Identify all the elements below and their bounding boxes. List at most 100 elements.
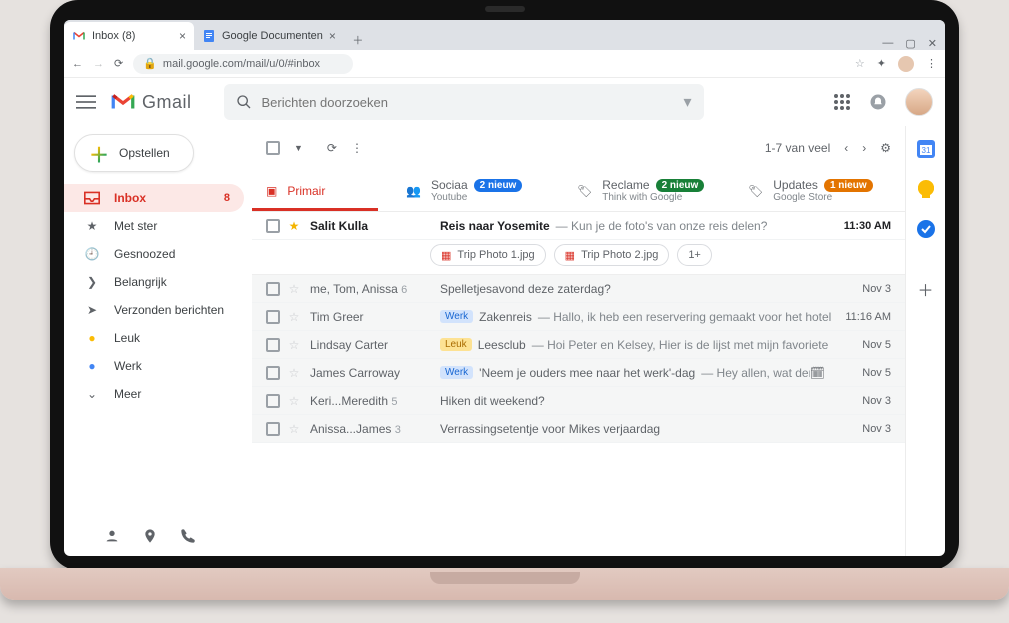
add-addon-icon[interactable]: ＋ bbox=[917, 280, 935, 298]
maximize-icon[interactable]: ▢ bbox=[905, 37, 915, 50]
refresh-icon[interactable]: ⟳ bbox=[327, 141, 337, 155]
star-icon[interactable]: ☆ bbox=[286, 394, 302, 408]
mail-row[interactable]: ☆ Keri...Meredith 5 Hiken dit weekend? N… bbox=[252, 387, 905, 415]
extensions-icon[interactable]: ✦ bbox=[877, 57, 886, 70]
search-icon bbox=[236, 94, 252, 110]
more-actions-icon[interactable]: ⋮ bbox=[351, 141, 363, 155]
row-label: Werk bbox=[440, 310, 473, 323]
close-icon[interactable]: × bbox=[329, 29, 336, 43]
compose-button[interactable]: ＋ Opstellen bbox=[74, 134, 194, 172]
row-snippet: Kun je de foto's van onze reis delen? bbox=[571, 219, 767, 233]
page-range: 1-7 van veel bbox=[765, 141, 830, 155]
search-bar[interactable]: ▾ bbox=[224, 84, 704, 120]
contacts-icon[interactable] bbox=[104, 528, 120, 544]
sidebar-item-inbox[interactable]: Inbox 8 bbox=[64, 184, 244, 212]
browser-tab-inbox[interactable]: Inbox (8) × bbox=[64, 22, 194, 50]
location-icon[interactable] bbox=[142, 528, 158, 544]
star-icon[interactable]: ★ bbox=[286, 219, 302, 233]
row-checkbox[interactable] bbox=[266, 310, 280, 324]
inbox-icon: ▣ bbox=[266, 184, 277, 198]
browser-tab-docs[interactable]: Google Documenten × bbox=[194, 22, 344, 50]
new-tab-button[interactable]: ＋ bbox=[348, 30, 368, 50]
select-dropdown-icon[interactable]: ▼ bbox=[294, 143, 303, 153]
settings-gear-icon[interactable]: ⚙ bbox=[880, 141, 891, 155]
star-icon[interactable]: ☆ bbox=[286, 282, 302, 296]
row-sender: James Carroway bbox=[310, 366, 440, 380]
sidebar-item-snoozed[interactable]: 🕘 Gesnoozed bbox=[64, 240, 244, 268]
browser-toolbar: ← → ⟳ 🔒 mail.google.com/mail/u/0/#inbox … bbox=[64, 50, 945, 78]
mail-row[interactable]: ☆ me, Tom, Anissa 6 Spelletjesavond deze… bbox=[252, 275, 905, 303]
calendar-addon-icon[interactable]: 31 bbox=[917, 140, 935, 158]
notifications-icon[interactable] bbox=[869, 93, 887, 111]
bookmark-star-icon[interactable]: ☆ bbox=[855, 57, 865, 70]
row-label: Werk bbox=[440, 366, 473, 379]
main-menu-icon[interactable] bbox=[76, 92, 98, 112]
close-window-icon[interactable]: ✕ bbox=[928, 37, 937, 50]
attachment-chip[interactable]: ▦Trip Photo 2.jpg bbox=[554, 244, 670, 266]
tab-social[interactable]: 👥 Sociaa 2 nieuw Youtube bbox=[392, 170, 563, 211]
sidebar-item-label: Werk bbox=[114, 359, 142, 373]
docs-favicon-icon bbox=[202, 29, 216, 43]
mail-row[interactable]: ☆ James Carroway Werk 'Neem je ouders me… bbox=[252, 359, 905, 387]
row-checkbox[interactable] bbox=[266, 219, 280, 233]
keep-addon-icon[interactable] bbox=[917, 180, 935, 198]
mail-row[interactable]: ☆ Tim Greer Werk Zakenreis — Hallo, ik h… bbox=[252, 303, 905, 331]
row-subject: Hiken dit weekend? bbox=[440, 394, 545, 408]
sidebar-item-sent[interactable]: ➤ Verzonden berichten bbox=[64, 296, 244, 324]
sidebar-item-important[interactable]: ❯ Belangrijk bbox=[64, 268, 244, 296]
star-icon[interactable]: ☆ bbox=[286, 338, 302, 352]
forward-icon[interactable]: → bbox=[93, 58, 104, 70]
row-snippet: Hoi Peter en Kelsey, Hier is de lijst me… bbox=[547, 338, 831, 352]
select-all-checkbox[interactable] bbox=[266, 141, 280, 155]
tab-primary[interactable]: ▣ Primair bbox=[252, 170, 392, 211]
sidebar-item-more[interactable]: ⌄ Meer bbox=[64, 380, 244, 408]
tab-label: Reclame bbox=[602, 178, 649, 192]
search-options-icon[interactable]: ▾ bbox=[683, 92, 691, 112]
mail-row[interactable]: ☆ Anissa...James 3 Verrassingsetentje vo… bbox=[252, 415, 905, 443]
account-avatar[interactable] bbox=[905, 88, 933, 116]
mail-row[interactable]: ★ Salit Kulla Reis naar Yosemite — Kun j… bbox=[252, 212, 905, 240]
tab-updates[interactable]: 🏷 Updates 1 nieuw Google Store bbox=[734, 170, 905, 211]
star-icon[interactable]: ☆ bbox=[286, 422, 302, 436]
url-text: mail.google.com/mail/u/0/#inbox bbox=[163, 58, 320, 70]
sidebar-item-label-werk[interactable]: ● Werk bbox=[64, 352, 244, 380]
back-icon[interactable]: ← bbox=[72, 58, 83, 70]
address-bar[interactable]: 🔒 mail.google.com/mail/u/0/#inbox bbox=[133, 54, 353, 74]
mail-row-attachments: ▦Trip Photo 1.jpg ▦Trip Photo 2.jpg 1+ bbox=[252, 240, 905, 275]
sidebar-item-starred[interactable]: ★ Met ster bbox=[64, 212, 244, 240]
reload-icon[interactable]: ⟳ bbox=[114, 57, 123, 70]
mail-rows: ★ Salit Kulla Reis naar Yosemite — Kun j… bbox=[252, 212, 905, 556]
row-checkbox[interactable] bbox=[266, 366, 280, 380]
prev-page-icon[interactable]: ‹ bbox=[844, 141, 848, 155]
gmail-favicon-icon bbox=[72, 29, 86, 43]
sidebar-item-label-leuk[interactable]: ● Leuk bbox=[64, 324, 244, 352]
star-icon[interactable]: ☆ bbox=[286, 366, 302, 380]
phone-icon[interactable] bbox=[180, 528, 196, 544]
apps-grid-icon[interactable] bbox=[833, 93, 851, 111]
minimize-icon[interactable]: — bbox=[882, 37, 893, 50]
attachment-chip[interactable]: ▦Trip Photo 1.jpg bbox=[430, 244, 546, 266]
tasks-addon-icon[interactable] bbox=[917, 220, 935, 238]
close-icon[interactable]: × bbox=[179, 29, 186, 43]
row-sender: Keri...Meredith 5 bbox=[310, 394, 440, 408]
inbox-icon bbox=[84, 191, 100, 205]
sidebar-item-label: Inbox bbox=[114, 191, 146, 205]
tab-sublabel: Think with Google bbox=[602, 192, 704, 203]
attachment-more-chip[interactable]: 1+ bbox=[677, 244, 712, 266]
profile-avatar-icon[interactable] bbox=[898, 56, 914, 72]
row-checkbox[interactable] bbox=[266, 394, 280, 408]
next-page-icon[interactable]: › bbox=[862, 141, 866, 155]
row-subject: Verrassingsetentje voor Mikes verjaardag bbox=[440, 422, 660, 436]
search-input[interactable] bbox=[262, 95, 684, 110]
gmail-logo[interactable]: Gmail bbox=[110, 92, 192, 113]
tab-promotions[interactable]: 🏷 Reclame 2 nieuw Think with Google bbox=[563, 170, 734, 211]
row-checkbox[interactable] bbox=[266, 422, 280, 436]
row-checkbox[interactable] bbox=[266, 338, 280, 352]
lock-icon: 🔒 bbox=[143, 57, 157, 70]
sidebar-item-label: Verzonden berichten bbox=[114, 303, 224, 317]
browser-menu-icon[interactable]: ⋮ bbox=[926, 57, 937, 70]
mail-row[interactable]: ☆ Lindsay Carter Leuk Leesclub — Hoi Pet… bbox=[252, 331, 905, 359]
row-checkbox[interactable] bbox=[266, 282, 280, 296]
gmail-header: Gmail ▾ bbox=[64, 78, 945, 126]
star-icon[interactable]: ☆ bbox=[286, 310, 302, 324]
